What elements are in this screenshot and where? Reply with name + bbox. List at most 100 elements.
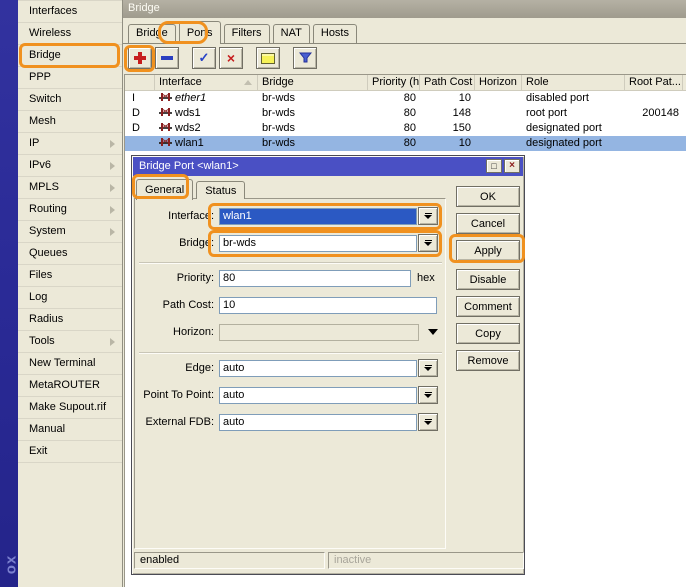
sidebar-item-new-terminal[interactable]: New Terminal: [18, 353, 122, 375]
col-horizon[interactable]: Horizon: [475, 75, 522, 90]
sidebar-item-log[interactable]: Log: [18, 287, 122, 309]
sidebar-item-tools[interactable]: Tools: [18, 331, 122, 353]
enable-button[interactable]: ✓: [192, 47, 216, 69]
dropdown-icon: [425, 365, 432, 366]
tab-bridge[interactable]: Bridge: [128, 24, 176, 43]
disable-button[interactable]: ×: [219, 47, 243, 69]
maximize-icon: □: [491, 161, 496, 171]
tab-filters[interactable]: Filters: [224, 24, 270, 43]
sidebar-item-metarouter[interactable]: MetaROUTER: [18, 375, 122, 397]
comment-button[interactable]: [256, 47, 280, 69]
bridge-row: Bridge: br-wds: [135, 234, 438, 252]
submenu-arrow-icon: [110, 162, 115, 170]
bridge-port-icon: [159, 92, 172, 102]
point-to-point-combo[interactable]: auto: [219, 387, 417, 404]
point-to-point-dropdown-button[interactable]: [418, 386, 438, 404]
external-fdb-dropdown-button[interactable]: [418, 413, 438, 431]
interface-row: Interface: wlan1: [135, 207, 438, 225]
tab-nat[interactable]: NAT: [273, 24, 310, 43]
horizon-combo[interactable]: [219, 324, 419, 341]
dialog-title: Bridge Port <wlan1>: [139, 160, 239, 172]
comment-button[interactable]: Comment: [456, 296, 520, 317]
interface-combo[interactable]: wlan1: [219, 208, 417, 225]
sidebar-menu: Interfaces Wireless Bridge PPP Switch Me…: [18, 0, 122, 463]
sidebar-item-ppp[interactable]: PPP: [18, 67, 122, 89]
submenu-arrow-icon: [110, 228, 115, 236]
sidebar-item-make-supout[interactable]: Make Supout.rif: [18, 397, 122, 419]
disable-button[interactable]: Disable: [456, 269, 520, 290]
dropdown-arrow-icon[interactable]: [428, 329, 438, 335]
sidebar-item-interfaces[interactable]: Interfaces: [18, 1, 122, 23]
sidebar-item-files[interactable]: Files: [18, 265, 122, 287]
col-priority[interactable]: Priority (h...: [368, 75, 420, 90]
ok-button[interactable]: OK: [456, 186, 520, 207]
col-interface[interactable]: Interface: [155, 75, 258, 90]
interface-cell: wds2: [155, 121, 258, 136]
table-row[interactable]: I ether1 br-wds 80 10 disabled port: [125, 91, 686, 106]
sidebar-item-ip[interactable]: IP: [18, 133, 122, 155]
apply-button[interactable]: Apply: [456, 240, 520, 261]
dropdown-icon: [425, 392, 432, 393]
sidebar-item-bridge[interactable]: Bridge: [18, 45, 122, 67]
toolbar: ✓ ×: [128, 47, 320, 69]
edge-dropdown-button[interactable]: [418, 359, 438, 377]
sidebar-item-ipv6[interactable]: IPv6: [18, 155, 122, 177]
interface-dropdown-button[interactable]: [418, 207, 438, 225]
bridge-port-icon: [159, 107, 172, 117]
col-flags[interactable]: [125, 75, 155, 90]
col-role[interactable]: Role: [522, 75, 625, 90]
external-fdb-combo[interactable]: auto: [219, 414, 417, 431]
close-button[interactable]: ×: [504, 159, 520, 173]
sidebar-item-exit[interactable]: Exit: [18, 441, 122, 463]
table-row-selected[interactable]: wlan1 br-wds 80 10 designated port: [125, 136, 686, 151]
submenu-arrow-icon: [110, 184, 115, 192]
dialog-titlebar: Bridge Port <wlan1> □ ×: [133, 157, 523, 176]
sidebar-item-mpls[interactable]: MPLS: [18, 177, 122, 199]
tab-status[interactable]: Status: [196, 181, 245, 199]
priority-input[interactable]: [219, 270, 411, 287]
bridge-dropdown-button[interactable]: [418, 234, 438, 252]
col-path-cost[interactable]: Path Cost: [420, 75, 475, 90]
sidebar-item-radius[interactable]: Radius: [18, 309, 122, 331]
cancel-button[interactable]: Cancel: [456, 213, 520, 234]
bridge-label: Bridge:: [135, 237, 219, 249]
winbox-watermark: ox: [2, 555, 19, 575]
tab-ports[interactable]: Ports: [179, 21, 221, 44]
col-root-path[interactable]: Root Pat...: [625, 75, 683, 90]
interface-cell: ether1: [155, 91, 258, 106]
edge-label: Edge:: [135, 362, 219, 374]
hex-suffix-label: hex: [417, 272, 435, 284]
sidebar-item-manual[interactable]: Manual: [18, 419, 122, 441]
sidebar-item-mesh[interactable]: Mesh: [18, 111, 122, 133]
edge-combo[interactable]: auto: [219, 360, 417, 377]
dropdown-icon: [425, 213, 432, 214]
table-row[interactable]: D wds2 br-wds 80 150 designated port: [125, 121, 686, 136]
edge-row: Edge: auto: [135, 359, 438, 377]
separator: [139, 352, 442, 354]
sidebar-item-switch[interactable]: Switch: [18, 89, 122, 111]
funnel-icon: [299, 52, 312, 64]
bridge-window-titlebar: Bridge: [123, 0, 686, 18]
sidebar-item-routing[interactable]: Routing: [18, 199, 122, 221]
filter-button[interactable]: [293, 47, 317, 69]
table-row[interactable]: D wds1 br-wds 80 148 root port 200148: [125, 106, 686, 121]
sidebar-item-wireless[interactable]: Wireless: [18, 23, 122, 45]
separator: [139, 262, 442, 264]
remove-button[interactable]: Remove: [456, 350, 520, 371]
remove-button[interactable]: [155, 47, 179, 69]
col-bridge[interactable]: Bridge: [258, 75, 368, 90]
bridge-combo[interactable]: br-wds: [219, 235, 417, 252]
copy-button[interactable]: Copy: [456, 323, 520, 344]
tab-hosts[interactable]: Hosts: [313, 24, 357, 43]
note-icon: [261, 53, 275, 64]
dropdown-icon: [425, 419, 432, 420]
tab-general[interactable]: General: [136, 179, 193, 200]
maximize-button[interactable]: □: [486, 159, 502, 173]
add-button[interactable]: [128, 47, 152, 69]
path-cost-input[interactable]: [219, 297, 437, 314]
sidebar-item-system[interactable]: System: [18, 221, 122, 243]
x-icon: ×: [227, 50, 235, 66]
sidebar-item-queues[interactable]: Queues: [18, 243, 122, 265]
brand-strip: ox: [0, 0, 18, 587]
path-cost-row: Path Cost:: [135, 296, 437, 314]
